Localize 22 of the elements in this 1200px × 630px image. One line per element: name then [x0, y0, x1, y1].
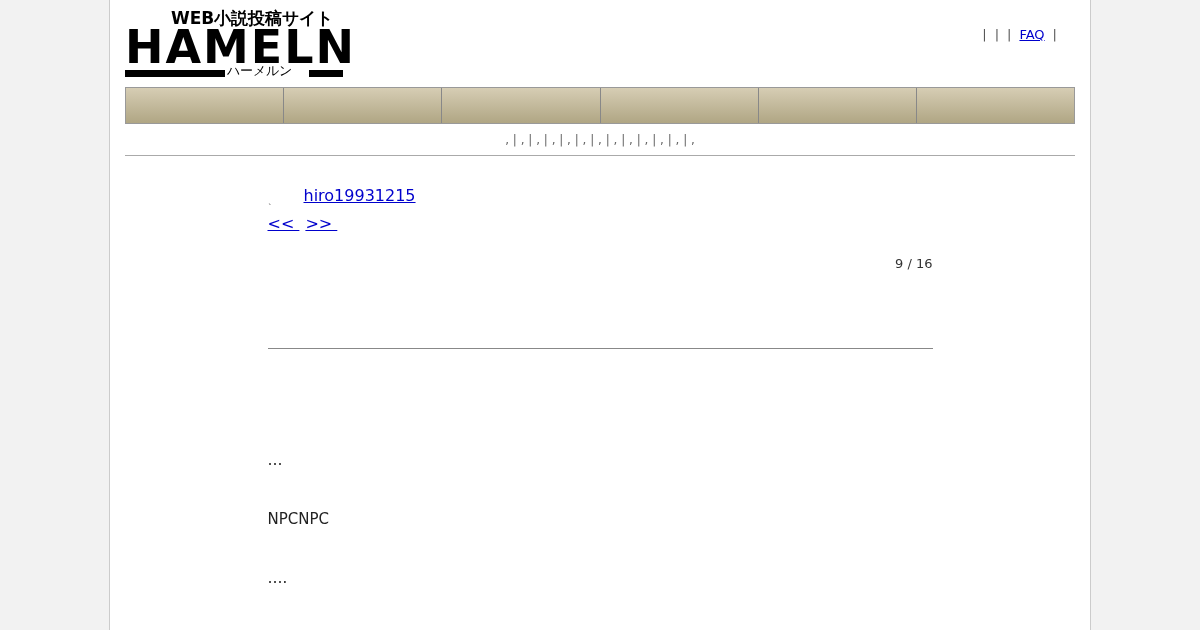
- body-text: ….: [267, 567, 289, 587]
- separator: |: [1052, 26, 1057, 44]
- nav-tab[interactable]: [758, 88, 917, 123]
- nav-tab[interactable]: [284, 88, 443, 123]
- nav-tab[interactable]: [916, 88, 1075, 123]
- separator: |: [982, 26, 987, 44]
- body-text: …: [267, 449, 284, 469]
- nav-tab[interactable]: [442, 88, 601, 123]
- pager-link[interactable]: >>: [305, 212, 338, 236]
- author-link[interactable]: hiro19931215: [303, 184, 416, 208]
- sub-navigation: , | , | , | , | , | , | , | , | , | , | , | , | ,: [505, 131, 695, 149]
- logo-tagline: WEB小説投稿サイト: [171, 10, 334, 27]
- author-label: 、: [267, 196, 276, 208]
- separator: |: [1007, 26, 1012, 44]
- nav-tab[interactable]: [126, 88, 285, 123]
- logo-bar: [309, 70, 343, 77]
- faq-link[interactable]: FAQ: [1019, 25, 1045, 45]
- page-count: 9 / 16: [895, 255, 933, 273]
- separator: |: [994, 26, 1000, 44]
- body-text: NPCNPC: [267, 508, 330, 528]
- pager-link[interactable]: <<: [267, 212, 300, 236]
- nav-tab[interactable]: [600, 88, 759, 123]
